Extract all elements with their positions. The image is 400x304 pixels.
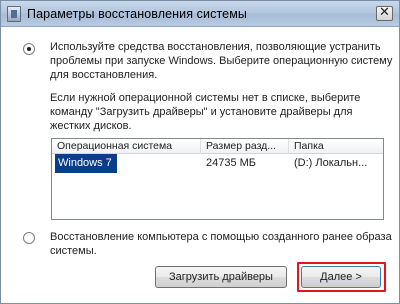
radio-restore-system-image[interactable] [23,232,35,244]
window-title: Параметры восстановления системы [27,7,247,21]
os-folder-cell: (D:) Локальн... [294,157,368,169]
column-header-os[interactable]: Операционная система [52,139,201,154]
option-recovery-tools-label: Используйте средства восстановления, поз… [50,41,393,81]
recovery-options-window: Параметры восстановления системы ✕ Испол… [0,0,400,304]
next-button[interactable]: Далее > [301,266,381,288]
os-name-cell[interactable]: Windows 7 [55,154,117,173]
os-size-cell: 24735 МБ [206,157,257,169]
os-list-row[interactable]: Windows 7 24735 МБ (D:) Локальн... [52,154,383,173]
system-recovery-icon [7,6,21,22]
close-button[interactable]: ✕ [376,6,393,21]
column-header-size[interactable]: Размер разд... [201,139,289,154]
option-system-image-label: Восстановление компьютера с помощью созд… [50,231,392,257]
load-drivers-button[interactable]: Загрузить драйверы [155,266,287,288]
column-header-folder[interactable]: Папка [289,139,383,154]
radio-use-recovery-tools[interactable] [23,43,35,55]
os-list[interactable]: Операционная система Размер разд... Папк… [51,138,384,220]
os-list-header: Операционная система Размер разд... Папк… [52,139,383,154]
title-bar: Параметры восстановления системы ✕ [1,1,399,27]
load-drivers-hint: Если нужной операционной системы нет в с… [50,92,361,132]
